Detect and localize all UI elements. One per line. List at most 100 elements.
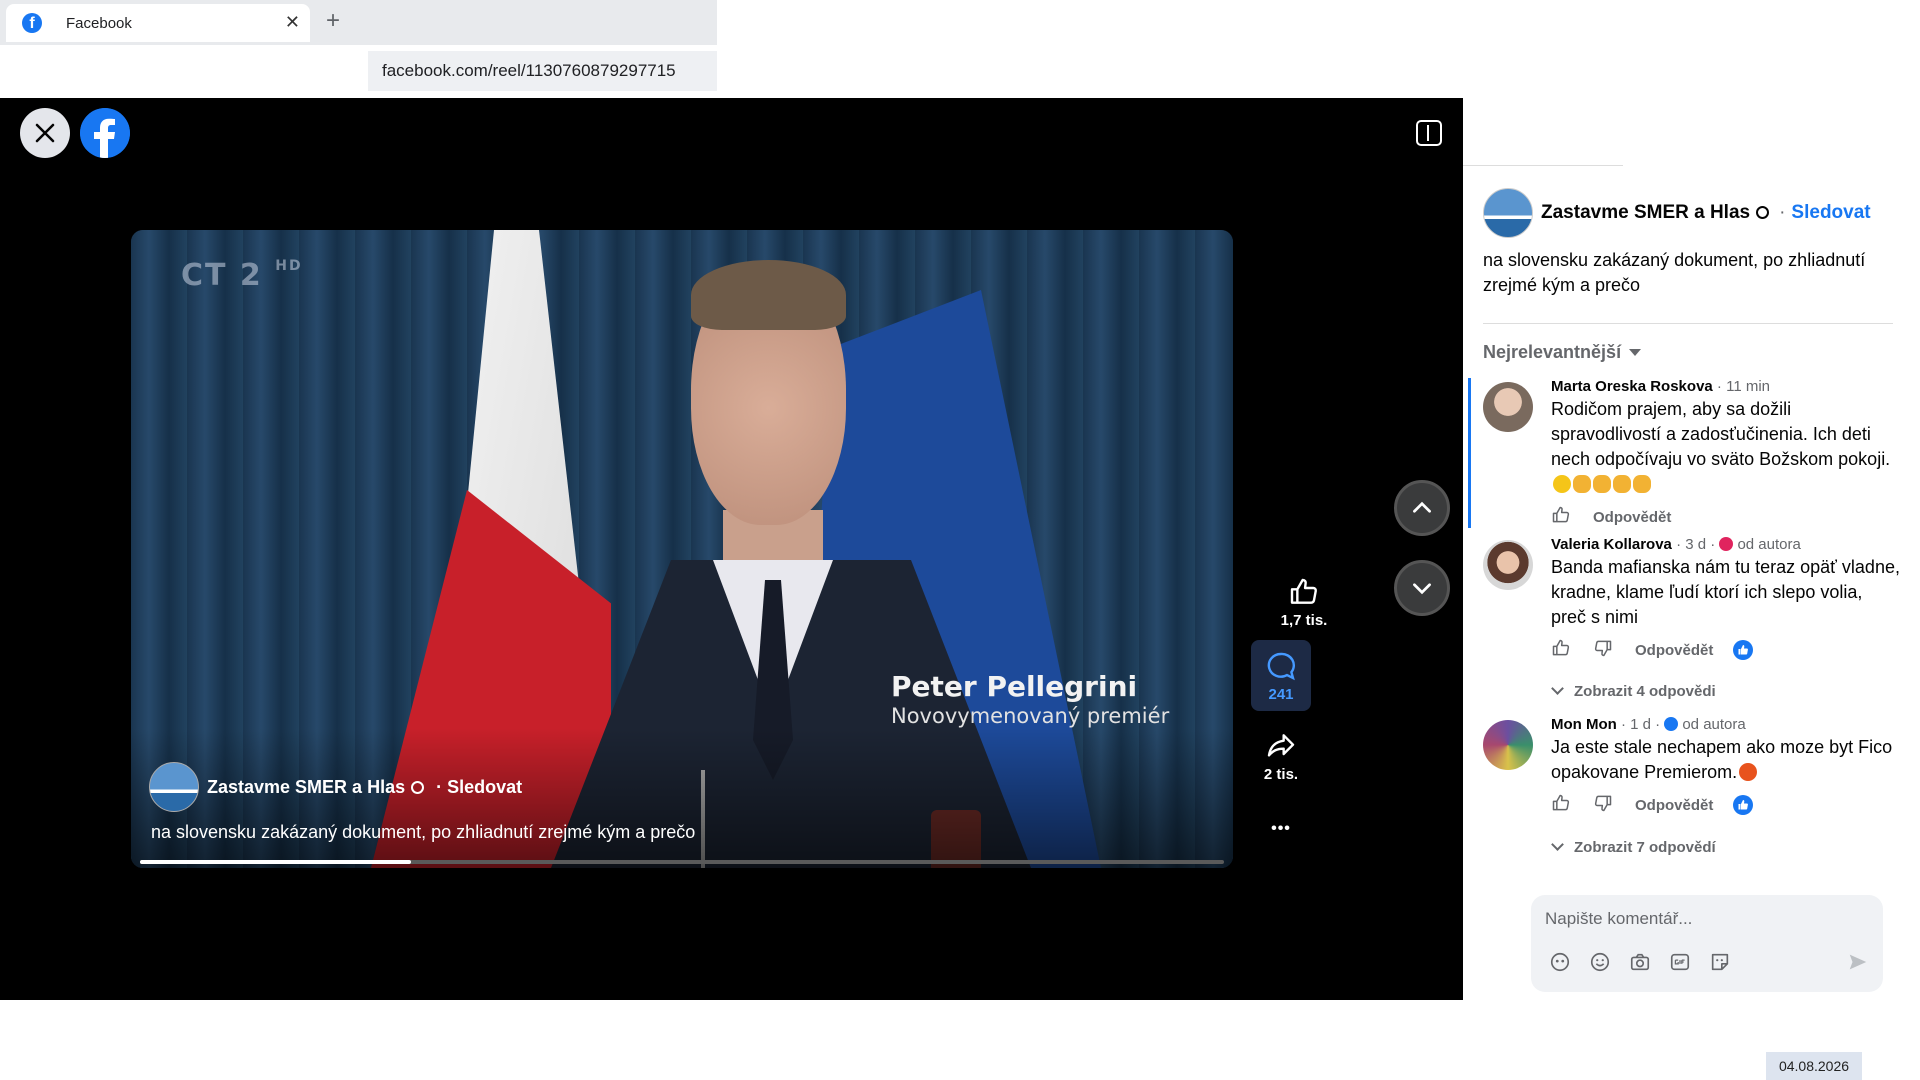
new-tab-button[interactable]: + <box>326 7 340 35</box>
author-avatar[interactable] <box>149 762 199 812</box>
close-button[interactable] <box>20 108 70 158</box>
thumbs-up-icon <box>1290 578 1317 604</box>
expand-panel-icon[interactable] <box>1416 120 1442 146</box>
speaker-hair <box>691 260 846 330</box>
video-author-name[interactable]: Zastavme SMER a Hlas <box>207 777 425 798</box>
post-header: Zastavme SMER a Hlas · Sledovat <box>1483 188 1871 238</box>
facebook-logo-icon[interactable] <box>80 108 130 158</box>
commenter-name[interactable]: Valeria Kollarova <box>1551 536 1672 553</box>
comment-actions: Odpovědět <box>1551 505 1901 529</box>
sticker-icon[interactable] <box>1709 951 1731 973</box>
comment-like-icon[interactable] <box>1551 793 1571 817</box>
panel-divider <box>1483 323 1893 324</box>
comment-composer <box>1531 895 1883 992</box>
show-replies-link[interactable]: Zobrazit 7 odpovědí <box>1553 839 1716 856</box>
camera-icon[interactable] <box>1629 951 1651 973</box>
browser-tabbar: f Facebook ✕ + <box>0 0 717 45</box>
lower-third-name: Peter Pellegrini <box>891 670 1138 703</box>
comment-time: · 3 d · <box>1676 536 1716 553</box>
url-field[interactable]: facebook.com/reel/1130760879297715 <box>368 51 717 91</box>
praying-hands-icon <box>1573 475 1591 493</box>
post-author-name[interactable]: Zastavme SMER a Hlas <box>1541 202 1770 224</box>
commenter-name[interactable]: Marta Oreska Roskova <box>1551 378 1713 395</box>
next-reel-button[interactable] <box>1394 560 1450 616</box>
comment-text: Ja este stale nechapem ako moze byt Fico… <box>1551 737 1893 782</box>
comment-like-icon[interactable] <box>1551 505 1571 529</box>
globe-icon <box>411 780 425 794</box>
comment-time: · 1 d · <box>1620 716 1661 733</box>
comment-list: Marta Oreska Roskova · 11 min Rodičom pr… <box>1468 372 1908 880</box>
comment-like-icon[interactable] <box>1551 638 1571 662</box>
close-icon <box>35 123 55 143</box>
like-reaction-icon <box>1733 640 1754 660</box>
comment-input[interactable] <box>1545 909 1865 929</box>
video-player[interactable]: CT 2 HD Peter Pellegrini Novovymenovaný … <box>131 230 1233 868</box>
comment-count: 241 <box>1268 686 1294 703</box>
video-author: Zastavme SMER a Hlas · Sledovat <box>149 762 522 812</box>
commenter-name[interactable]: Mon Mon <box>1551 716 1617 733</box>
sad-emoji-icon <box>1553 475 1571 493</box>
post-author-avatar[interactable] <box>1483 188 1533 238</box>
follow-separator: · <box>1779 202 1786 223</box>
commenter-avatar[interactable] <box>1483 382 1533 432</box>
more-options-button[interactable]: ••• <box>1251 820 1311 838</box>
taskbar-date: 04.08.2026 <box>1766 1052 1862 1080</box>
author-badge-label: od autora <box>1682 716 1746 733</box>
commenter-avatar[interactable] <box>1483 720 1533 770</box>
video-follow-button[interactable]: · Sledovat <box>436 777 522 798</box>
commenter-avatar[interactable] <box>1483 540 1533 590</box>
post-description: na slovensku zakázaný dokument, po zhlia… <box>1483 250 1866 295</box>
globe-icon <box>1756 206 1770 219</box>
video-progress-fill <box>140 860 411 864</box>
comment-time: · 11 min <box>1716 378 1770 395</box>
comment-meta: Marta Oreska Roskova · 11 min <box>1551 378 1901 395</box>
author-badge-label: od autora <box>1737 536 1801 553</box>
comment-dislike-icon[interactable] <box>1593 793 1613 817</box>
browser-tab-facebook[interactable]: f Facebook ✕ <box>6 4 310 42</box>
comment-actions: Odpovědět <box>1551 793 1901 817</box>
like-reaction-icon <box>1733 795 1754 815</box>
previous-reel-button[interactable] <box>1394 480 1450 536</box>
praying-hands-icon <box>1593 475 1611 493</box>
avatar-sticker-icon[interactable] <box>1549 951 1571 973</box>
emoji-icon[interactable] <box>1589 951 1611 973</box>
share-action[interactable]: 2 tis. <box>1251 730 1311 783</box>
tab-close-icon[interactable]: ✕ <box>285 12 300 33</box>
panel-divider-top <box>1463 165 1623 166</box>
show-replies-link[interactable]: Zobrazit 4 odpovědi <box>1553 683 1716 700</box>
praying-hands-icon <box>1633 475 1651 493</box>
comment-dislike-icon[interactable] <box>1593 638 1613 662</box>
comment-bubble-icon <box>1267 652 1296 681</box>
composer-tools <box>1549 951 1749 973</box>
gif-icon[interactable] <box>1669 951 1691 973</box>
author-badge-icon <box>1664 717 1679 731</box>
video-progress-bar[interactable] <box>140 860 1224 864</box>
comment-text: Banda mafianska nám tu teraz opäť vladne… <box>1551 557 1900 627</box>
comment-highlight-bar <box>1468 378 1471 528</box>
comment-meta: Mon Mon · 1 d · od autora <box>1551 716 1901 733</box>
reel-stage: CT 2 HD Peter Pellegrini Novovymenovaný … <box>0 98 1463 1000</box>
share-arrow-icon <box>1267 734 1295 757</box>
reply-button[interactable]: Odpovědět <box>1635 642 1713 659</box>
comment-meta: Valeria Kollarova · 3 d · od autora <box>1551 536 1901 553</box>
like-count: 1,7 tis. <box>1280 612 1328 629</box>
praying-hands-icon <box>1613 475 1631 493</box>
like-action[interactable]: 1,7 tis. <box>1274 576 1334 629</box>
follow-button[interactable]: Sledovat <box>1791 202 1870 224</box>
reply-button[interactable]: Odpovědět <box>1635 797 1713 814</box>
comment-actions: Odpovědět <box>1551 638 1901 662</box>
lower-third-role: Novovymenovaný premiér <box>891 704 1170 728</box>
comment-text: Rodičom prajem, aby sa dožili spravodliv… <box>1551 397 1901 497</box>
send-icon[interactable] <box>1847 951 1869 978</box>
comment-sort-dropdown[interactable]: Nejrelevantnější <box>1483 342 1642 363</box>
reply-button[interactable]: Odpovědět <box>1593 509 1671 526</box>
chevron-down-icon <box>1413 583 1431 595</box>
video-description: na slovensku zakázaný dokument, po zhlia… <box>151 822 696 842</box>
comment-action[interactable]: 241 <box>1251 640 1311 711</box>
facebook-favicon-icon: f <box>22 13 42 33</box>
chevron-up-icon <box>1413 501 1431 513</box>
share-count: 2 tis. <box>1263 766 1299 783</box>
author-badge-icon <box>1719 537 1734 551</box>
tab-title: Facebook <box>66 14 132 32</box>
angry-emoji-icon <box>1739 763 1758 781</box>
